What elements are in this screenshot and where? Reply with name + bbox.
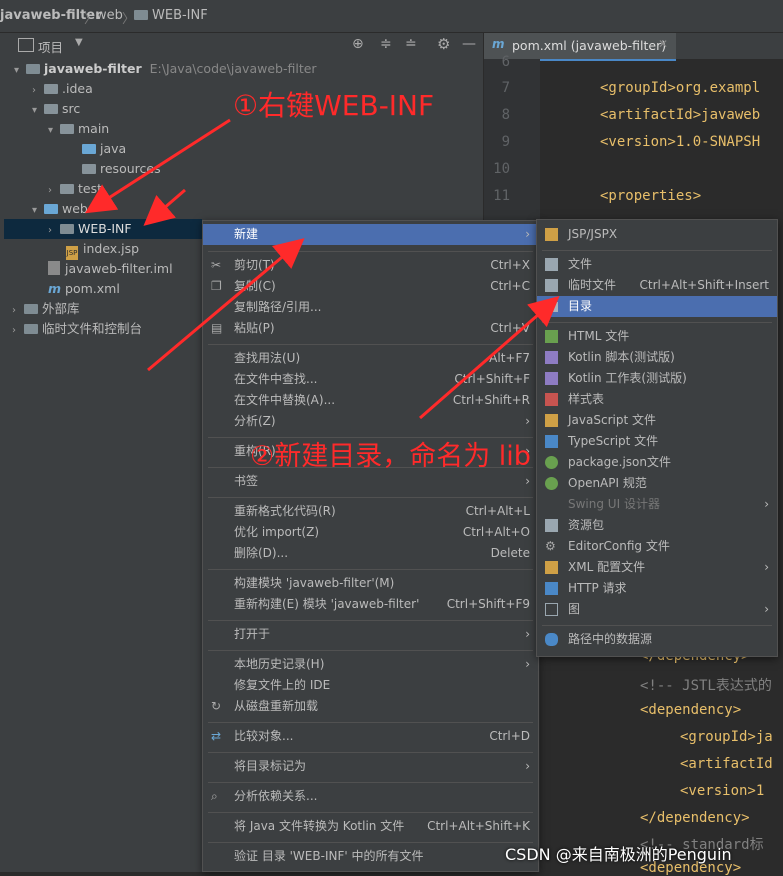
annotation-arrow <box>419 296 560 420</box>
annotation-step2: ②新建目录，命名为 lib <box>250 441 531 472</box>
watermark: CSDN @来自南极洲的Penguin <box>505 845 732 864</box>
annotation-arrow <box>147 238 305 372</box>
annotation-arrow <box>143 188 186 226</box>
annotation-step1: ①右键WEB-INF <box>233 89 435 122</box>
annotation-arrow <box>84 118 231 214</box>
